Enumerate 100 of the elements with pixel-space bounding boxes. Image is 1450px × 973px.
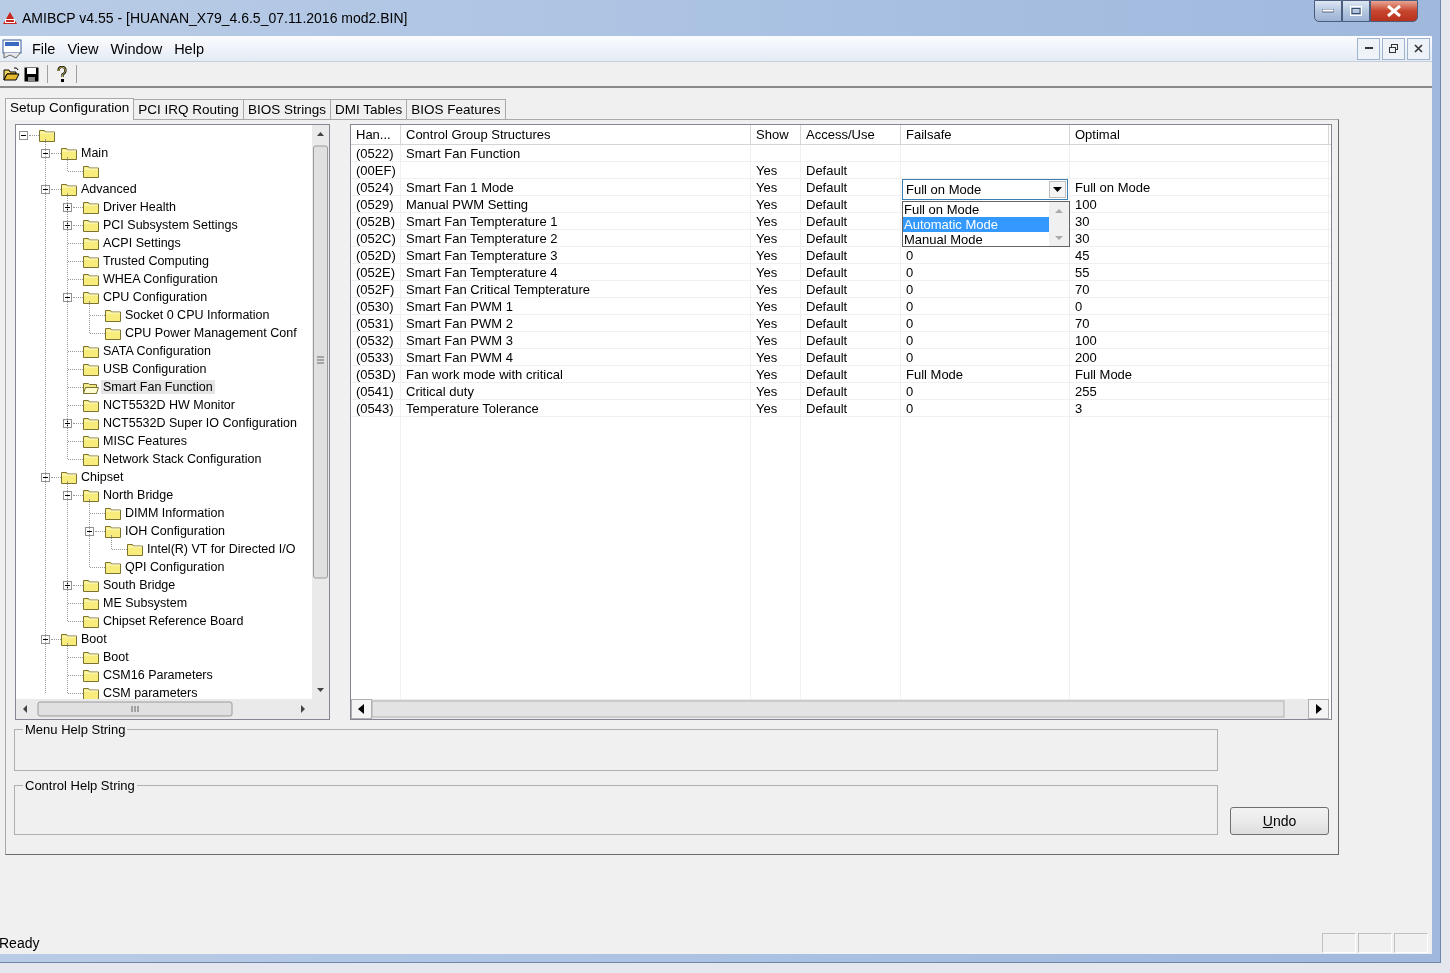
- tree-item[interactable]: CPU Power Management Conf: [123, 326, 299, 340]
- collapse-toggle[interactable]: [41, 184, 50, 194]
- collapse-toggle[interactable]: [63, 490, 72, 500]
- undo-button[interactable]: Undo: [1230, 807, 1329, 835]
- tree-item[interactable]: IOH Configuration: [123, 524, 228, 538]
- table-cell: Yes: [756, 265, 778, 280]
- table-cell: Default: [806, 197, 848, 212]
- tree-item[interactable]: DIMM Information: [123, 506, 227, 520]
- table-cell: Yes: [756, 367, 778, 382]
- column-header[interactable]: Access/Use: [801, 125, 901, 144]
- collapse-toggle[interactable]: [63, 292, 72, 302]
- close-icon: [1414, 44, 1423, 53]
- menu-item[interactable]: View: [61, 38, 105, 59]
- table-cell: Yes: [756, 163, 778, 178]
- tree-item[interactable]: Boot: [101, 650, 131, 664]
- collapse-toggle[interactable]: [41, 472, 50, 482]
- tab[interactable]: BIOS Features: [406, 99, 506, 119]
- tree-item[interactable]: Socket 0 CPU Information: [123, 308, 272, 322]
- column-header[interactable]: Show: [751, 125, 801, 144]
- table-cell: Default: [806, 214, 848, 229]
- folder-icon: [61, 470, 77, 484]
- minimize-icon: [1322, 9, 1334, 13]
- vertical-scrollbar[interactable]: [1049, 202, 1069, 246]
- collapse-toggle[interactable]: [85, 526, 94, 536]
- expand-toggle[interactable]: [63, 202, 72, 212]
- tree-item[interactable]: North Bridge: [101, 488, 176, 502]
- table-cell: Default: [806, 180, 848, 195]
- vertical-scrollbar[interactable]: [312, 125, 329, 699]
- column-header[interactable]: Optimal: [1070, 125, 1329, 144]
- dropdown-option[interactable]: Full on Mode: [903, 202, 1049, 217]
- tab[interactable]: BIOS Strings: [242, 99, 331, 119]
- tree-item[interactable]: Intel(R) VT for Directed I/O: [145, 542, 298, 556]
- tree-item[interactable]: QPI Configuration: [123, 560, 227, 574]
- collapse-toggle[interactable]: [19, 130, 28, 140]
- minimize-button[interactable]: [1314, 0, 1342, 22]
- expand-toggle[interactable]: [63, 418, 72, 428]
- tree-item[interactable]: ACPI Settings: [101, 236, 183, 250]
- column-header[interactable]: Control Group Structures: [401, 125, 751, 144]
- tree-item[interactable]: Boot: [79, 632, 109, 646]
- tree-item[interactable]: NCT5532D HW Monitor: [101, 398, 237, 412]
- menu-item[interactable]: File: [26, 38, 62, 59]
- group-label: Control Help String: [23, 778, 137, 793]
- tree-item[interactable]: CSM16 Parameters: [101, 668, 215, 682]
- dropdown-option[interactable]: Manual Mode: [903, 232, 1049, 247]
- tree-item[interactable]: Driver Health: [101, 200, 178, 214]
- tree-item[interactable]: MISC Features: [101, 434, 190, 448]
- folder-icon: [105, 326, 121, 340]
- folder-icon: [83, 614, 99, 628]
- folder-icon: [105, 524, 121, 538]
- table-cell: (052D): [356, 248, 396, 263]
- status-text: Ready: [0, 935, 40, 951]
- save-icon[interactable]: [24, 66, 39, 82]
- tree-item[interactable]: WHEA Configuration: [101, 272, 220, 286]
- table-cell: Full on Mode: [1075, 180, 1151, 195]
- tab[interactable]: Setup Configuration: [5, 98, 135, 120]
- tree-item[interactable]: Main: [79, 146, 111, 160]
- tree-item[interactable]: NCT5532D Super IO Configuration: [101, 416, 299, 430]
- expand-toggle[interactable]: [63, 580, 72, 590]
- tree-item[interactable]: Smart Fan Function: [101, 380, 215, 394]
- table-cell: Yes: [756, 197, 778, 212]
- table-cell: (0532): [356, 333, 394, 348]
- tree-item[interactable]: Trusted Computing: [101, 254, 211, 268]
- column-header[interactable]: Failsafe: [901, 125, 1070, 144]
- table-cell: (052F): [356, 282, 395, 297]
- table-cell: 200: [1075, 350, 1097, 365]
- table-cell: Default: [806, 299, 848, 314]
- collapse-toggle[interactable]: [41, 634, 50, 644]
- tree-item[interactable]: CSM parameters: [101, 686, 200, 699]
- horizontal-scrollbar[interactable]: [351, 699, 1329, 719]
- tree-item[interactable]: PCI Subsystem Settings: [101, 218, 240, 232]
- menu-item[interactable]: Help: [168, 38, 210, 59]
- tree-item[interactable]: ME Subsystem: [101, 596, 190, 610]
- collapse-toggle[interactable]: [41, 148, 50, 158]
- tree-item[interactable]: Chipset: [79, 470, 126, 484]
- app-icon: [2, 11, 18, 25]
- close-button[interactable]: [1407, 37, 1430, 60]
- table-cell: Default: [806, 350, 848, 365]
- tree-item[interactable]: CPU Configuration: [101, 290, 210, 304]
- column-header[interactable]: Han...: [351, 125, 401, 144]
- expand-toggle[interactable]: [63, 220, 72, 230]
- restore-button[interactable]: [1382, 37, 1405, 60]
- tree-item[interactable]: Network Stack Configuration: [101, 452, 264, 466]
- folder-icon: [83, 650, 99, 664]
- tab[interactable]: PCI IRQ Routing: [133, 99, 244, 119]
- open-folder-icon[interactable]: [3, 67, 20, 81]
- close-button[interactable]: [1370, 0, 1418, 22]
- table-cell: Default: [806, 265, 848, 280]
- tree-item[interactable]: Advanced: [79, 182, 139, 196]
- maximize-icon: [1350, 6, 1362, 16]
- table-cell: 0: [906, 265, 914, 280]
- help-icon[interactable]: [56, 65, 68, 83]
- minimize-button[interactable]: [1357, 37, 1380, 60]
- maximize-button[interactable]: [1342, 0, 1370, 22]
- tree-item[interactable]: Chipset Reference Board: [101, 614, 246, 628]
- menu-item[interactable]: Window: [104, 38, 169, 59]
- tree-item[interactable]: SATA Configuration: [101, 344, 213, 358]
- horizontal-scrollbar[interactable]: [16, 699, 329, 719]
- tree-item[interactable]: USB Configuration: [101, 362, 209, 376]
- tree-item[interactable]: South Bridge: [101, 578, 178, 592]
- dropdown-field[interactable]: Full on Mode: [902, 179, 1068, 200]
